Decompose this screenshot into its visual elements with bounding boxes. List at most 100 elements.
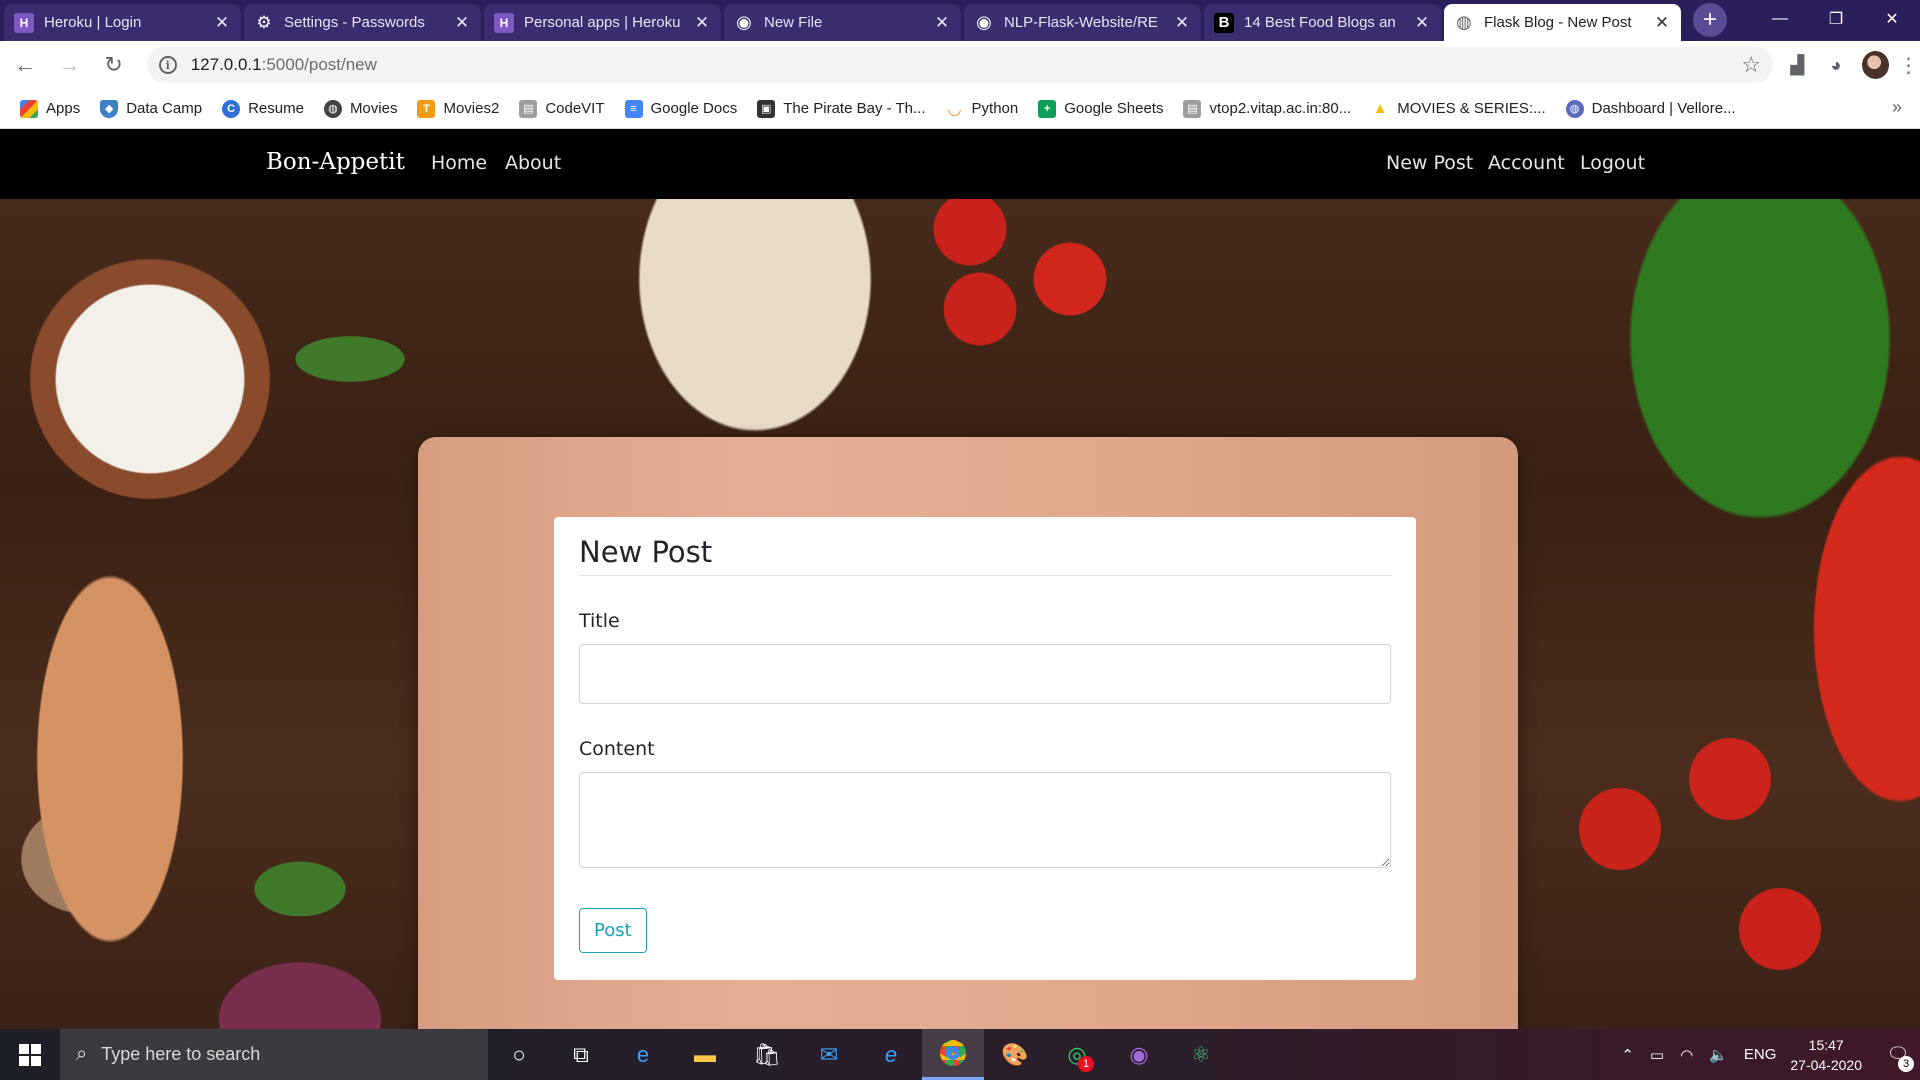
bookmark-item[interactable]: ◆ Data Camp bbox=[100, 99, 203, 118]
address-bar[interactable]: i 127.0.0.1:5000/post/new ☆ bbox=[146, 47, 1773, 83]
bookmark-item[interactable]: ▤ vtop2.vitap.ac.in:80... bbox=[1183, 99, 1351, 118]
post-submit-button[interactable]: Post bbox=[579, 908, 647, 953]
back-button[interactable]: ← bbox=[6, 45, 44, 85]
bookmark-label: Movies bbox=[349, 100, 398, 117]
reload-button[interactable]: ↻ bbox=[94, 45, 132, 85]
tab-title: Settings - Passwords bbox=[284, 14, 425, 31]
bookmark-item[interactable]: ▣ The Pirate Bay - Th... bbox=[757, 99, 926, 118]
bookmark-label: MOVIES & SERIES:... bbox=[1397, 100, 1546, 117]
bookmark-item[interactable]: + Google Sheets bbox=[1038, 99, 1164, 118]
clock[interactable]: 15:47 27-04-2020 bbox=[1790, 1035, 1862, 1075]
url-path: :5000/post/new bbox=[261, 55, 377, 74]
nav-account-link[interactable]: Account bbox=[1488, 152, 1565, 174]
title-label: Title bbox=[579, 610, 620, 632]
title-input[interactable] bbox=[579, 644, 1391, 704]
forward-button[interactable]: → bbox=[50, 45, 88, 85]
bookmark-label: Data Camp bbox=[126, 100, 203, 117]
whatsapp-icon[interactable]: ◎ 1 bbox=[1046, 1029, 1108, 1080]
c-icon: C bbox=[222, 99, 241, 118]
bookmark-item[interactable]: ◍ Movies bbox=[323, 99, 398, 118]
extension-icon[interactable]: ◕ bbox=[1822, 50, 1851, 80]
nav-new-post-link[interactable]: New Post bbox=[1386, 152, 1473, 174]
clock-time: 15:47 bbox=[1808, 1036, 1844, 1053]
notification-count: 3 bbox=[1898, 1056, 1914, 1072]
site-info-icon[interactable]: i bbox=[158, 56, 177, 74]
page-icon: ▤ bbox=[1183, 99, 1202, 118]
close-icon[interactable]: ✕ bbox=[1173, 13, 1191, 32]
task-view-icon[interactable]: ⧉ bbox=[550, 1029, 612, 1080]
browser-tab[interactable]: B 14 Best Food Blogs an ✕ bbox=[1204, 4, 1441, 41]
taskbar-search[interactable]: ⌕ Type here to search bbox=[60, 1029, 488, 1080]
notification-badge: 1 bbox=[1078, 1056, 1094, 1072]
store-icon[interactable]: 🛍 bbox=[736, 1029, 798, 1080]
browser-menu-icon[interactable]: ⋮ bbox=[1897, 53, 1920, 78]
bookmark-apps[interactable]: Apps bbox=[20, 99, 81, 118]
file-explorer-icon[interactable]: ▬ bbox=[674, 1029, 736, 1080]
bookmark-item[interactable]: ▤ CodeVIT bbox=[519, 99, 605, 118]
b-icon: B bbox=[1214, 12, 1234, 33]
close-window-button[interactable]: ✕ bbox=[1864, 0, 1920, 38]
browser-tab-strip: H Heroku | Login ✕ ⚙ Settings - Password… bbox=[0, 0, 1920, 41]
bookmark-label: Python bbox=[971, 100, 1019, 117]
globe-icon: ◍ bbox=[1565, 99, 1584, 118]
edge-icon[interactable]: e bbox=[612, 1029, 674, 1080]
close-icon[interactable]: ✕ bbox=[213, 13, 231, 32]
github-icon: ◉ bbox=[976, 12, 992, 32]
close-icon[interactable]: ✕ bbox=[1653, 13, 1671, 32]
volume-icon[interactable]: 🔈 bbox=[1709, 1046, 1728, 1064]
chevron-up-icon[interactable]: ⌃ bbox=[1621, 1046, 1634, 1064]
browser-tab[interactable]: H Personal apps | Heroku ✕ bbox=[484, 4, 721, 41]
browser-tab[interactable]: ◉ New File ✕ bbox=[724, 4, 961, 41]
github-desktop-icon[interactable]: ◉ bbox=[1108, 1029, 1170, 1080]
nav-logout-link[interactable]: Logout bbox=[1580, 152, 1645, 174]
profile-avatar[interactable] bbox=[1862, 51, 1890, 79]
page-icon: ▤ bbox=[519, 99, 538, 118]
extension-icon[interactable]: ▟ bbox=[1783, 50, 1812, 80]
bookmark-item[interactable]: C Resume bbox=[222, 99, 304, 118]
wifi-icon[interactable]: ◠ bbox=[1680, 1046, 1693, 1064]
python-icon: ◡ bbox=[945, 99, 964, 118]
bookmark-item[interactable]: ▲ MOVIES & SERIES:... bbox=[1371, 99, 1546, 118]
battery-icon[interactable]: ▭ bbox=[1650, 1046, 1664, 1064]
action-center-icon[interactable]: 🗨 3 bbox=[1876, 1029, 1920, 1080]
browser-tab[interactable]: ◉ NLP-Flask-Website/RE ✕ bbox=[964, 4, 1201, 41]
bookmark-item[interactable]: T Movies2 bbox=[417, 99, 499, 118]
windows-taskbar: ⌕ Type here to search ○ ⧉ e ▬ 🛍 ✉ e 🎨 ◎ 1… bbox=[0, 1029, 1920, 1080]
language-indicator[interactable]: ENG bbox=[1744, 1046, 1777, 1063]
globe-icon: ◍ bbox=[1456, 12, 1472, 32]
bookmark-item[interactable]: ◡ Python bbox=[945, 99, 1019, 118]
minimize-button[interactable]: — bbox=[1752, 0, 1808, 38]
browser-tab-active[interactable]: ◍ Flask Blog - New Post ✕ bbox=[1444, 4, 1681, 41]
bookmark-label: Apps bbox=[46, 100, 81, 117]
bookmark-item[interactable]: ≡ Google Docs bbox=[624, 99, 737, 118]
start-button[interactable] bbox=[0, 1029, 60, 1080]
restore-button[interactable]: ❐ bbox=[1808, 0, 1864, 38]
bookmark-star-icon[interactable]: ☆ bbox=[1741, 52, 1761, 78]
nav-about-link[interactable]: About bbox=[505, 152, 561, 174]
tab-title: New File bbox=[764, 14, 823, 31]
bookmark-label: Google Sheets bbox=[1064, 100, 1164, 117]
system-tray: ⌃ ▭ ◠ 🔈 ENG 15:47 27-04-2020 🗨 3 bbox=[1613, 1029, 1920, 1080]
bookmark-item[interactable]: ◍ Dashboard | Vellore... bbox=[1565, 99, 1736, 118]
window-controls: — ❐ ✕ bbox=[1752, 0, 1920, 41]
nav-home-link[interactable]: Home bbox=[431, 152, 487, 174]
content-textarea[interactable] bbox=[579, 772, 1391, 868]
chrome-icon[interactable] bbox=[922, 1029, 984, 1080]
atom-icon[interactable]: ⚛ bbox=[1170, 1029, 1232, 1080]
windows-logo-icon bbox=[19, 1043, 41, 1066]
new-tab-button[interactable]: + bbox=[1693, 3, 1727, 37]
more-bookmarks-icon[interactable]: » bbox=[1892, 97, 1902, 118]
close-icon[interactable]: ✕ bbox=[933, 13, 951, 32]
close-icon[interactable]: ✕ bbox=[693, 13, 711, 32]
close-icon[interactable]: ✕ bbox=[1413, 13, 1431, 32]
paint-icon[interactable]: 🎨 bbox=[984, 1029, 1046, 1080]
browser-tab[interactable]: H Heroku | Login ✕ bbox=[4, 4, 241, 41]
close-icon[interactable]: ✕ bbox=[453, 13, 471, 32]
cortana-icon[interactable]: ○ bbox=[488, 1029, 550, 1080]
site-brand[interactable]: Bon-Appetit bbox=[266, 149, 405, 175]
mail-icon[interactable]: ✉ bbox=[798, 1029, 860, 1080]
ie-icon[interactable]: e bbox=[860, 1029, 922, 1080]
search-icon: ⌕ bbox=[76, 1043, 88, 1065]
globe-icon: ◍ bbox=[323, 99, 342, 118]
browser-tab[interactable]: ⚙ Settings - Passwords ✕ bbox=[244, 4, 481, 41]
